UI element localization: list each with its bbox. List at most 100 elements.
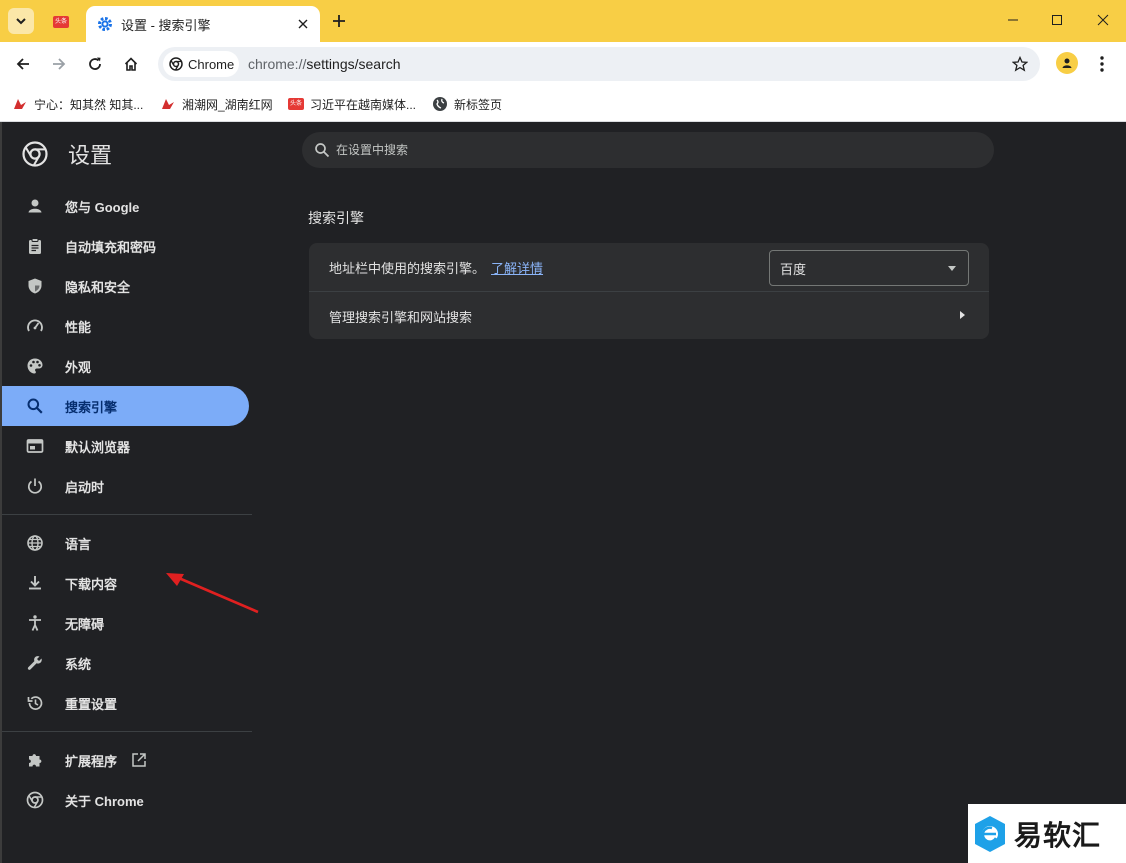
nav-label: 下载内容 xyxy=(65,576,118,592)
nav-divider xyxy=(2,731,252,732)
chrome-menu-button[interactable] xyxy=(1090,52,1114,76)
close-window-icon xyxy=(1097,14,1109,26)
bookmark-label: 宁心：知其然 知其... xyxy=(34,97,144,112)
avatar-icon xyxy=(1062,58,1072,68)
nav-label: 搜索引擎 xyxy=(65,399,118,415)
active-tab[interactable]: 设置 - 搜索引擎 xyxy=(86,6,320,42)
plus-icon xyxy=(333,15,345,27)
bookmark-item[interactable]: 新标签页 xyxy=(432,93,502,115)
more-vert-icon xyxy=(1100,56,1104,72)
arrow-left-icon xyxy=(16,58,29,70)
chrome-logo-icon xyxy=(22,141,48,167)
nav-on-startup[interactable]: 启动时 xyxy=(2,466,249,506)
nav-reset[interactable]: 重置设置 xyxy=(2,683,249,723)
download-icon xyxy=(25,573,45,593)
default-engine-label: 地址栏中使用的搜索引擎。 xyxy=(329,260,486,276)
address-bar[interactable]: Chrome chrome://settings/search xyxy=(158,47,1040,81)
toutiao-favicon: 头条 xyxy=(53,16,69,28)
new-tab-button[interactable] xyxy=(326,8,352,34)
nav-divider xyxy=(2,514,252,515)
bookmark-star-button[interactable] xyxy=(1010,54,1030,74)
search-engine-card: 地址栏中使用的搜索引擎。 了解详情 百度 管理搜索引擎和网站搜索 xyxy=(309,243,989,339)
nav-label: 外观 xyxy=(65,359,92,375)
bookmark-item[interactable]: 头条 习近平在越南媒体... xyxy=(288,93,416,115)
section-title: 搜索引擎 xyxy=(308,210,364,226)
speedometer-icon xyxy=(25,316,45,336)
toutiao-badge: 头条 xyxy=(288,98,304,110)
maximize-button[interactable] xyxy=(1034,0,1080,40)
nav-label: 默认浏览器 xyxy=(65,439,131,455)
clipboard-icon xyxy=(25,236,45,256)
url-scheme: chrome:// xyxy=(248,56,307,72)
nav-label: 您与 Google xyxy=(65,199,140,215)
palette-icon xyxy=(25,356,45,376)
wrench-icon xyxy=(25,653,45,673)
nav-label: 系统 xyxy=(65,656,92,672)
reload-button[interactable] xyxy=(81,50,109,78)
yiruanhui-logo-icon xyxy=(975,815,1005,852)
manage-search-engines-row[interactable]: 管理搜索引擎和网站搜索 xyxy=(309,292,989,340)
history-icon xyxy=(25,693,45,713)
settings-page: 设置 您与 Google 自动填充和密码 隐私和安全 性能 外观 搜索引擎 xyxy=(0,122,1126,863)
globe-icon xyxy=(25,533,45,553)
settings-header: 设置 xyxy=(22,138,112,170)
settings-search-box[interactable] xyxy=(302,132,994,168)
maximize-icon xyxy=(1052,15,1062,25)
nav-default-browser[interactable]: 默认浏览器 xyxy=(2,426,249,466)
chevron-right-icon xyxy=(960,311,965,319)
nav-system[interactable]: 系统 xyxy=(2,643,249,683)
close-icon xyxy=(298,19,308,29)
nav-label: 自动填充和密码 xyxy=(65,239,157,255)
nav-label: 无障碍 xyxy=(65,616,105,632)
home-button[interactable] xyxy=(117,50,145,78)
pinned-tab[interactable]: 头条 xyxy=(46,8,76,36)
nav-autofill[interactable]: 自动填充和密码 xyxy=(2,226,249,266)
search-engine-value: 百度 xyxy=(780,261,807,277)
star-icon xyxy=(1012,56,1028,72)
bookmark-item[interactable]: 湘潮网_湖南红网 xyxy=(160,93,273,115)
gear-icon xyxy=(98,17,112,31)
close-window-button[interactable] xyxy=(1080,0,1126,40)
bookmark-item[interactable]: 宁心：知其然 知其... xyxy=(12,93,143,115)
reload-icon xyxy=(89,57,101,70)
toolbar: Chrome chrome://settings/search xyxy=(0,42,1126,86)
profile-button[interactable] xyxy=(1056,52,1078,74)
globe-icon xyxy=(433,97,447,111)
chrome-icon xyxy=(169,57,183,71)
tab-search-button[interactable] xyxy=(8,8,34,34)
url-text[interactable]: chrome://settings/search xyxy=(248,56,401,72)
nav-appearance[interactable]: 外观 xyxy=(2,346,249,386)
nav-label: 语言 xyxy=(65,536,92,552)
minimize-button[interactable] xyxy=(990,0,1036,40)
red-bird-favicon-icon xyxy=(160,96,176,112)
nav-label: 隐私和安全 xyxy=(65,279,131,295)
nav-performance[interactable]: 性能 xyxy=(2,306,249,346)
nav-search-engine[interactable]: 搜索引擎 xyxy=(2,386,249,426)
watermark-text: 易软汇 xyxy=(1014,819,1102,851)
arrow-right-icon xyxy=(53,58,66,70)
shield-icon xyxy=(25,276,45,296)
forward-button[interactable] xyxy=(45,50,73,78)
site-chip[interactable]: Chrome xyxy=(163,51,239,77)
tab-title: 设置 - 搜索引擎 xyxy=(121,17,211,33)
bookmark-label: 新标签页 xyxy=(454,97,503,112)
search-icon xyxy=(315,143,330,158)
chevron-down-icon xyxy=(16,18,26,25)
dropdown-arrow-icon xyxy=(948,265,956,271)
close-tab-button[interactable] xyxy=(292,13,314,35)
nav-you-and-google[interactable]: 您与 Google xyxy=(2,186,249,226)
nav-privacy[interactable]: 隐私和安全 xyxy=(2,266,249,306)
nav-label: 扩展程序 xyxy=(65,753,118,769)
settings-search-input[interactable] xyxy=(336,143,936,157)
tab-strip: 头条 设置 - 搜索引擎 xyxy=(0,0,1126,42)
red-bird-favicon-icon xyxy=(12,96,28,112)
nav-about-chrome[interactable]: 关于 Chrome xyxy=(2,780,249,820)
search-icon xyxy=(25,396,45,416)
learn-more-link[interactable]: 了解详情 xyxy=(491,258,543,277)
nav-extensions[interactable]: 扩展程序 xyxy=(2,740,249,780)
nav-languages[interactable]: 语言 xyxy=(2,523,249,563)
back-button[interactable] xyxy=(9,50,37,78)
annotation-arrow-icon xyxy=(166,573,259,614)
bookmark-label: 湘潮网_湖南红网 xyxy=(182,97,273,112)
search-engine-select[interactable]: 百度 xyxy=(769,250,969,286)
